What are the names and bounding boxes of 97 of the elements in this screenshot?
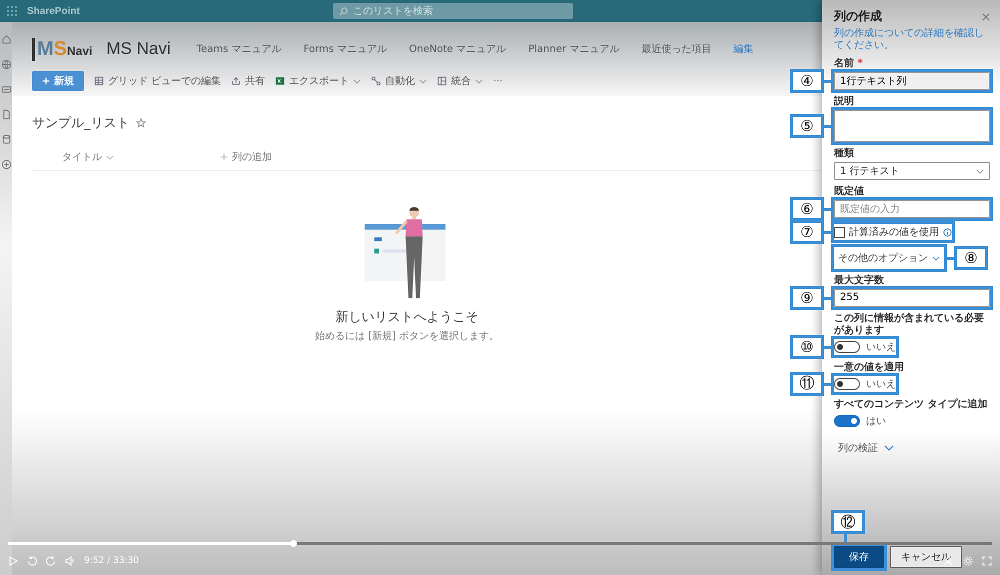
chevron-down-icon[interactable] [106, 154, 114, 160]
callout-number: ⑦ [790, 220, 824, 244]
chevron-down-icon[interactable] [419, 78, 428, 84]
help-link[interactable]: 列の作成についての詳細を確認してください。 [834, 28, 990, 52]
globe-icon[interactable] [0, 59, 12, 70]
field-label: 種類 [834, 148, 855, 160]
new-button[interactable]: 新規 [32, 71, 84, 91]
text-field[interactable]: 1行テキスト列 [834, 72, 990, 90]
settings-icon[interactable] [963, 556, 973, 566]
app-launcher-icon[interactable] [7, 6, 17, 16]
checkbox-label: 計算済みの値を使用 [849, 226, 939, 239]
add-icon[interactable] [0, 159, 12, 170]
callout-number: ④ [790, 69, 824, 93]
chevron-down-icon[interactable] [884, 444, 894, 450]
toggle-state: はい [866, 414, 886, 428]
toggle-switch[interactable] [834, 340, 860, 352]
callout-pointer [824, 296, 834, 300]
volume-icon[interactable] [65, 556, 75, 566]
app-name[interactable]: SharePoint [27, 6, 80, 16]
share-icon [231, 76, 242, 86]
search-icon [338, 7, 348, 16]
type-dropdown[interactable]: 1 行テキスト [834, 162, 990, 180]
command-button[interactable]: 共有 [245, 74, 266, 88]
callout-pointer [824, 208, 834, 211]
star-icon[interactable] [136, 118, 146, 128]
text-field[interactable]: 既定値の入力 [834, 200, 990, 218]
callout-number: ⑧ [954, 246, 988, 270]
site-logo[interactable]: MSNavi [32, 38, 92, 60]
field-label: 最大文字数 [834, 274, 885, 286]
nav-link[interactable]: OneNote マニュアル [409, 42, 506, 56]
save-button[interactable]: 保存 [834, 546, 884, 568]
command-button[interactable]: 自動化 [385, 74, 416, 88]
callout-number: ⑪ [790, 372, 824, 396]
callout-pointer [824, 125, 834, 128]
nav-link[interactable]: Forms マニュアル [303, 42, 388, 56]
field-label: 名前 * [834, 58, 864, 70]
close-icon[interactable] [982, 12, 990, 20]
nav-link[interactable]: 最近使った項目 [641, 42, 712, 56]
callout-pointer [824, 80, 834, 83]
play-icon[interactable] [8, 556, 18, 566]
chevron-down-icon [976, 168, 984, 174]
chevron-down-icon[interactable] [353, 78, 362, 84]
flow-icon [371, 76, 382, 86]
nav-link[interactable]: Teams マニュアル [196, 42, 282, 56]
callout-number: ⑫ [831, 510, 865, 534]
callout-number: ⑤ [790, 114, 824, 138]
field-label: すべてのコンテンツ タイプに追加 [834, 398, 988, 410]
text-area[interactable] [834, 110, 990, 142]
toggle-switch[interactable] [834, 378, 860, 390]
home-icon[interactable] [0, 34, 12, 45]
forward-icon[interactable] [46, 556, 56, 566]
toggle-switch[interactable] [834, 414, 860, 426]
spreadsheet-icon [275, 76, 286, 86]
field-label: 一意の値を適用 [834, 362, 905, 374]
field-label: この列に情報が含まれている必要があります [834, 312, 985, 336]
plus-icon [42, 77, 50, 85]
chevron-down-icon [932, 256, 940, 260]
grid-icon [94, 76, 104, 86]
video-progress-track[interactable] [8, 542, 992, 545]
command-button[interactable]: エクスポート [289, 74, 350, 88]
callout-number: ⑥ [790, 197, 824, 221]
field-label: 説明 [834, 96, 855, 108]
command-button[interactable]: グリッド ビューでの編集 [108, 74, 222, 88]
callout-number: ⑩ [790, 334, 824, 358]
column-header[interactable]: タイトル [62, 150, 102, 164]
empty-state-title: 新しいリストへようこそ [336, 309, 478, 326]
plus-icon [220, 153, 228, 161]
toggle-state: いいえ [866, 378, 896, 390]
nav-link[interactable]: Planner マニュアル [528, 42, 620, 56]
database-icon[interactable] [0, 134, 12, 145]
callout-pointer [824, 382, 834, 386]
text-field[interactable]: 255 [834, 288, 990, 306]
more-options-link[interactable]: その他のオプション [834, 246, 944, 268]
fullscreen-icon[interactable] [982, 556, 992, 566]
validation-expander[interactable]: 列の検証 [838, 440, 878, 454]
empty-state-hint: 始めるには [新規] ボタンを選択します。 [314, 330, 500, 343]
layout-icon [437, 76, 448, 86]
rewind-icon[interactable] [27, 556, 37, 566]
more-button[interactable]: ··· [493, 76, 503, 86]
site-title[interactable]: MS Navi [106, 39, 171, 59]
checkbox[interactable] [834, 226, 845, 238]
panel-title: 列の作成 [834, 8, 882, 25]
callout-pointer [824, 231, 834, 234]
callout-pointer [824, 346, 834, 348]
info-icon[interactable] [943, 228, 952, 236]
news-icon[interactable] [0, 84, 12, 95]
search-field[interactable]: このリストを検索 [332, 3, 573, 19]
callout-pointer [944, 256, 954, 260]
column-header[interactable]: 列の追加 [232, 150, 272, 164]
field-label: 既定値 [834, 186, 865, 198]
file-icon[interactable] [0, 109, 12, 120]
toggle-state: いいえ [866, 340, 896, 354]
callout-number: ⑨ [790, 286, 824, 310]
chevron-down-icon[interactable] [475, 78, 484, 84]
video-time: 9:52 / 33:30 [84, 556, 139, 566]
command-button[interactable]: 統合 [451, 74, 472, 88]
list-title: サンプル_リスト [32, 115, 130, 132]
